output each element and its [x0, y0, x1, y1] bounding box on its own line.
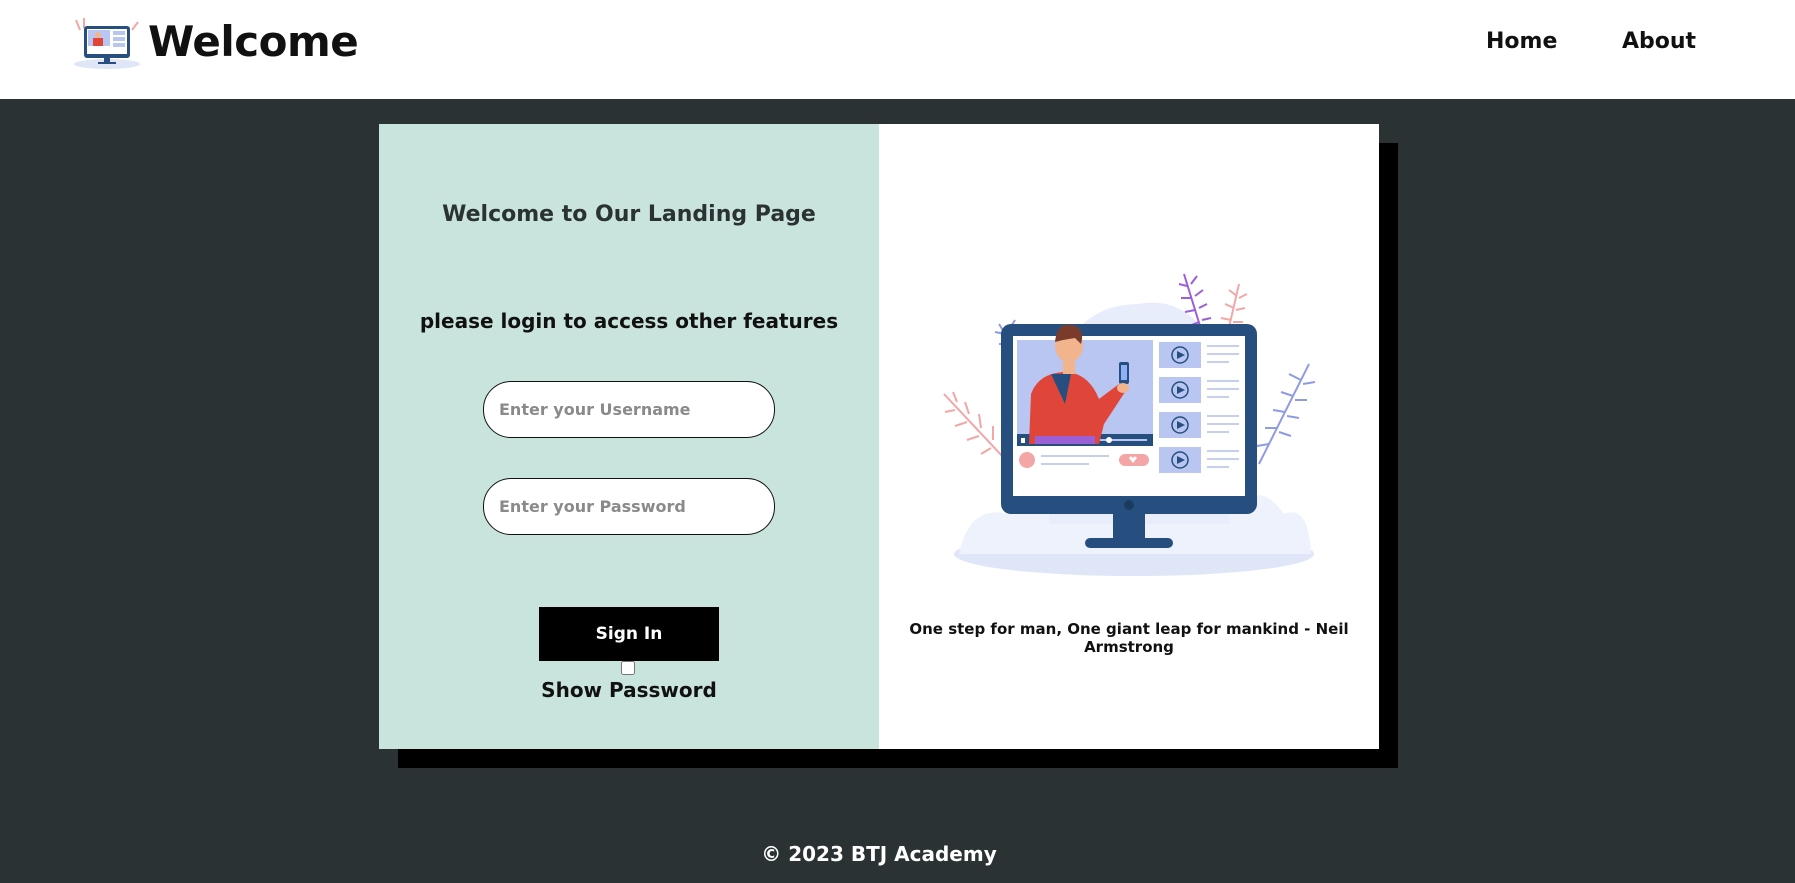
login-card: Welcome to Our Landing Page please login…	[379, 124, 1379, 749]
brand-title: Welcome	[148, 17, 359, 66]
footer-copyright: © 2023 BTJ Academy	[761, 842, 997, 866]
nav-about-link[interactable]: About	[1622, 26, 1696, 58]
login-panel: Welcome to Our Landing Page please login…	[379, 124, 879, 749]
quote-text: One step for man, One giant leap for man…	[909, 620, 1349, 656]
show-password-checkbox[interactable]	[621, 661, 635, 675]
illustration-panel: One step for man, One giant leap for man…	[879, 124, 1379, 749]
monitor-presenter-icon	[72, 16, 142, 70]
show-password-label[interactable]: Show Password	[379, 678, 879, 702]
sign-in-button[interactable]: Sign In	[539, 607, 719, 661]
login-subtitle: please login to access other features	[419, 309, 839, 333]
login-title: Welcome to Our Landing Page	[442, 202, 816, 227]
password-input[interactable]	[483, 478, 775, 535]
video-lesson-illustration	[939, 264, 1329, 579]
top-header: Welcome Home About	[0, 0, 1795, 99]
nav-home-link[interactable]: Home	[1486, 26, 1557, 58]
username-input[interactable]	[483, 381, 775, 438]
